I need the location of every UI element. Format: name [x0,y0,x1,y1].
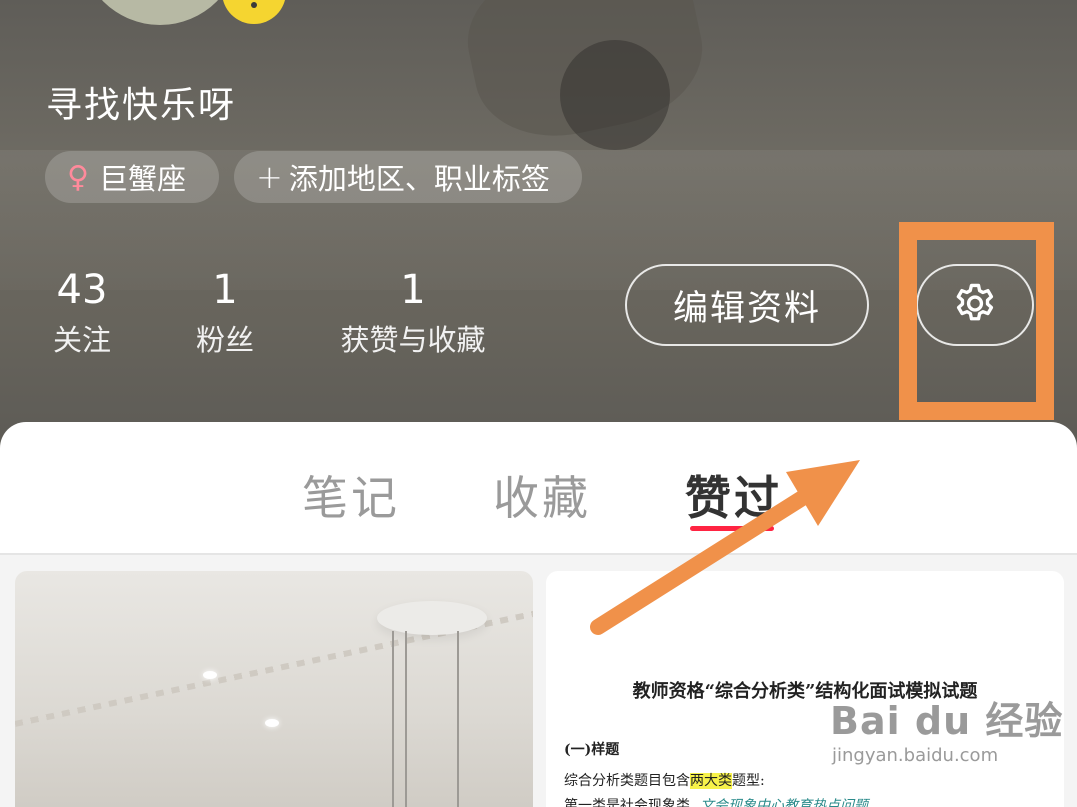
tab-notes[interactable]: 笔记 [302,462,400,528]
likes-favorites-count: 1 [400,267,426,313]
document-text: 综合分析类题目包含 [564,773,690,789]
edit-profile-button[interactable]: 编辑资料 [625,264,869,346]
active-tab-indicator [690,526,774,531]
likes-favorites-label: 获赞与收藏 [340,323,486,357]
zodiac-tag[interactable]: ♀ 巨蟹座 [45,151,219,203]
downlight [265,719,279,727]
document-text: 第一类是社会现象类 [564,798,690,807]
zodiac-tag-label: 巨蟹座 [98,162,186,196]
avatar-badge-icon[interactable] [222,0,286,24]
baidu-jingyan-watermark: Bai du 经验 jingyan.baidu.com [830,690,1063,766]
add-tags-label: 添加地区、职业标签 [288,162,550,196]
female-icon: ♀ [67,159,89,195]
following-label: 关注 [52,323,111,357]
avatar[interactable] [80,0,240,25]
username: 寻找快乐呀 [46,85,237,126]
gear-icon [956,283,994,321]
lamp-wire [392,631,394,807]
handwritten-note: 文会现象中心教育热点问题 [700,798,868,807]
tab-favorites[interactable]: 收藏 [493,462,591,528]
document-line: 第一类是社会现象类 文会现象中心教育热点问题 [564,795,868,807]
watermark-logo: Bai du 经验 [830,699,1064,743]
document-highlight: 两大类 [690,773,732,789]
following-count: 43 [56,267,108,313]
lamp-wire [405,631,407,807]
downlight [203,671,217,679]
document-line: 综合分析类题目包含两大类题型: [564,770,765,790]
lamp-wire [457,631,459,807]
likes-favorites-stat[interactable]: 1 获赞与收藏 [330,266,496,360]
followers-label: 粉丝 [195,323,254,357]
plus-icon: + [256,158,283,196]
note-card-document[interactable]: 教师资格“综合分析类”结构化面试模拟试题 (一)样题 综合分析类题目包含两大类题… [546,571,1064,807]
background-shadow [560,40,670,150]
following-stat[interactable]: 43 关注 [40,266,124,360]
profile-header: 寻找快乐呀 ♀ 巨蟹座 + 添加地区、职业标签 43 关注 1 粉丝 1 获赞与… [0,0,1077,460]
pendant-lamp [377,601,487,635]
tab-liked[interactable]: 赞过 [685,462,783,528]
document-text: 题型: [732,773,765,789]
followers-stat[interactable]: 1 粉丝 [183,266,267,360]
settings-button[interactable] [916,264,1034,346]
add-tags-button[interactable]: + 添加地区、职业标签 [234,151,582,203]
document-section: (一)样题 [564,742,620,758]
watermark-url: jingyan.baidu.com [832,745,999,766]
note-card-interior-photo[interactable] [15,571,533,807]
followers-count: 1 [212,267,238,313]
